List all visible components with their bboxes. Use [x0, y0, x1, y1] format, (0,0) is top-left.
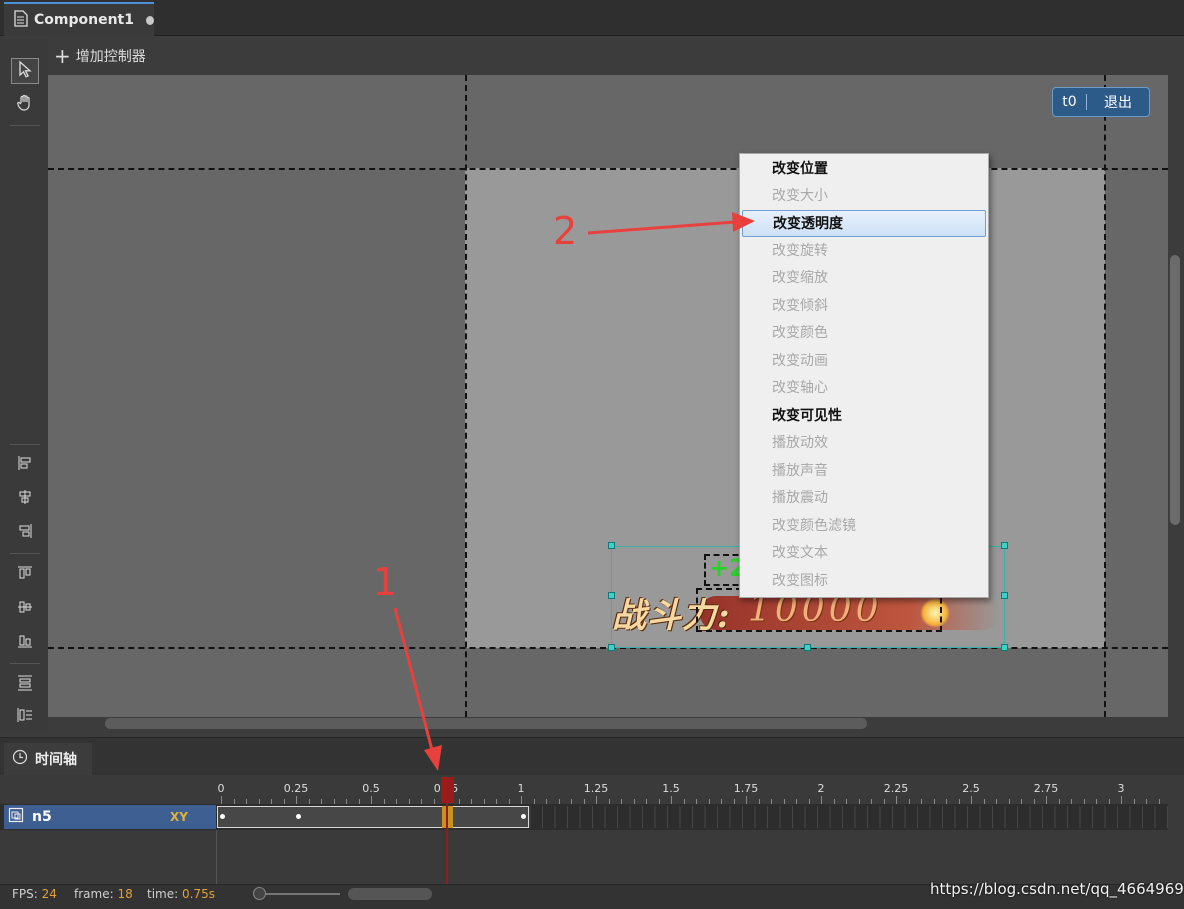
- editor-window: Component1 + 增加控制器 t0 退出 战斗力: 10000 +2 改…: [0, 0, 1184, 909]
- watermark-text: https://blog.csdn.net/qq_46649692: [930, 880, 1184, 898]
- zoom-slider-knob[interactable]: [253, 887, 266, 900]
- frame-label: frame:: [74, 887, 114, 901]
- frame-readout: frame: 18: [74, 887, 133, 901]
- fps-label: FPS:: [12, 887, 38, 901]
- fps-value: 24: [41, 887, 57, 901]
- timeline-horizontal-scrollbar[interactable]: [348, 888, 432, 900]
- annotation-marker-2: 2: [553, 209, 578, 253]
- time-readout: time: 0.75s: [147, 887, 215, 901]
- time-label: time:: [147, 887, 179, 901]
- frame-value: 18: [117, 887, 133, 901]
- time-value: 0.75s: [181, 887, 215, 901]
- annotation-arrows: [393, 212, 755, 771]
- timeline-zoom-slider[interactable]: [262, 893, 340, 895]
- fps-readout: FPS: 24: [12, 887, 57, 901]
- annotation-marker-1: 1: [373, 560, 398, 604]
